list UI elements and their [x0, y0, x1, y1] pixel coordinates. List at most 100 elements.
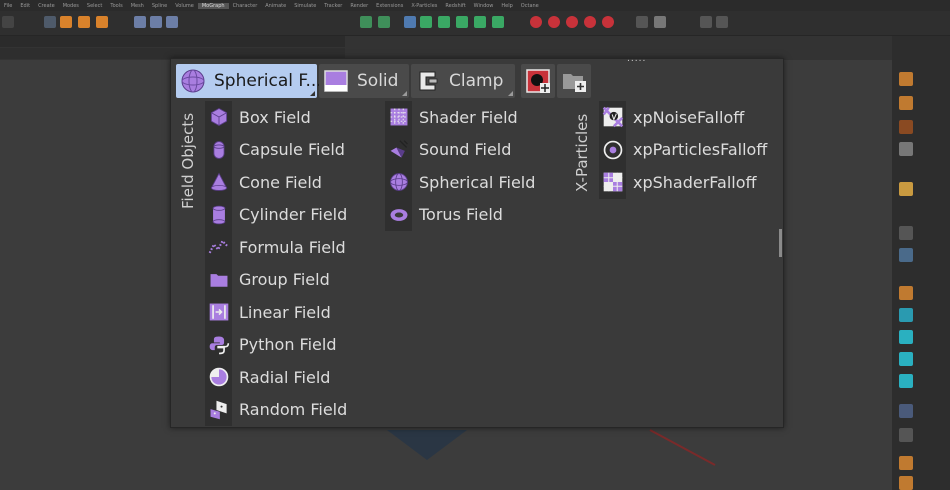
menu-item[interactable]: File — [0, 3, 16, 9]
record-param-icon[interactable] — [602, 16, 614, 28]
render-icon[interactable] — [378, 16, 390, 28]
tag-icon[interactable] — [899, 120, 913, 134]
menu-item[interactable]: MoGraph — [197, 2, 229, 9]
menu-item[interactable]: Octane — [517, 3, 543, 9]
field-item-formula-field[interactable]: Formula Field — [205, 231, 347, 264]
menu-item[interactable]: Simulate — [290, 3, 320, 9]
xp-system-icon[interactable] — [438, 16, 450, 28]
menu-item[interactable]: Mesh — [127, 3, 148, 9]
menu-item[interactable]: Spline — [148, 3, 171, 9]
object-icon[interactable] — [899, 72, 913, 86]
field-item-torus-field[interactable]: Torus Field — [385, 198, 535, 231]
axis-y-icon[interactable] — [150, 16, 162, 28]
spherical-field-button[interactable]: Spherical F... — [176, 64, 322, 98]
cube-icon[interactable] — [899, 352, 913, 366]
menu-item[interactable]: Window — [470, 3, 498, 9]
field-item-label: Cone Field — [239, 172, 322, 192]
shader-falloff-icon — [599, 168, 626, 196]
field-item-sound-field[interactable]: Sound Field — [385, 133, 535, 166]
field-item-xpparticlesfalloff[interactable]: xpParticlesFalloff — [599, 133, 767, 166]
axis-z-icon[interactable] — [166, 16, 178, 28]
field-item-box-field[interactable]: Box Field — [205, 101, 347, 134]
light-icon[interactable] — [899, 182, 913, 196]
material-icon[interactable] — [899, 96, 913, 110]
undo-icon[interactable] — [2, 16, 14, 28]
field-item-cone-field[interactable]: Cone Field — [205, 166, 347, 199]
drag-handle[interactable]: ..... — [627, 54, 646, 64]
field-item-cylinder-field[interactable]: Cylinder Field — [205, 198, 347, 231]
scene-icon[interactable] — [700, 16, 712, 28]
field-item-random-field[interactable]: Random Field — [205, 393, 347, 426]
add-folder-button[interactable] — [557, 64, 591, 98]
record-icon[interactable] — [530, 16, 542, 28]
field-item-radial-field[interactable]: Radial Field — [205, 361, 347, 394]
field-item-label: Radial Field — [239, 367, 331, 387]
more-options-corner — [310, 91, 315, 96]
menu-item[interactable]: X-Particles — [407, 3, 441, 9]
edit-render-settings-icon[interactable] — [404, 16, 416, 28]
xp-generator-icon[interactable] — [492, 16, 504, 28]
menu-item[interactable]: Modes — [59, 3, 83, 9]
add-layer-icon — [526, 69, 550, 93]
camera-icon[interactable] — [899, 248, 913, 262]
sphere-icon[interactable] — [899, 330, 913, 344]
record-pos-icon[interactable] — [548, 16, 560, 28]
effector-icon[interactable] — [899, 476, 913, 490]
menu-item[interactable]: Select — [83, 3, 106, 9]
record-rot-icon[interactable] — [566, 16, 578, 28]
field-item-capsule-field[interactable]: Capsule Field — [205, 133, 347, 166]
torus-icon — [385, 201, 412, 229]
xp-modifier-icon[interactable] — [474, 16, 486, 28]
move-tool-icon[interactable] — [44, 16, 56, 28]
field-item-label: Linear Field — [239, 302, 331, 322]
menu-item[interactable]: Animate — [261, 3, 290, 9]
render-view-icon[interactable] — [360, 16, 372, 28]
landscape-icon[interactable] — [899, 374, 913, 388]
menu-item[interactable]: Character — [229, 3, 262, 9]
sky-icon[interactable] — [899, 404, 913, 418]
record-scale-icon[interactable] — [584, 16, 596, 28]
add-object-icon[interactable] — [420, 16, 432, 28]
field-item-spherical-field[interactable]: Spherical Field — [385, 166, 535, 199]
menu-item[interactable]: Tools — [106, 3, 126, 9]
select-tool-icon[interactable] — [96, 16, 108, 28]
rotate-tool-icon[interactable] — [78, 16, 90, 28]
axis-x-icon[interactable] — [134, 16, 146, 28]
field-item-python-field[interactable]: Python Field — [205, 328, 347, 361]
clamp-layer-button[interactable]: Clamp — [411, 64, 515, 98]
xp-emitter-icon[interactable] — [456, 16, 468, 28]
scale-tool-icon[interactable] — [60, 16, 72, 28]
menu-item[interactable]: Extensions — [372, 3, 407, 9]
add-layer-button[interactable] — [521, 64, 555, 98]
menu-item[interactable]: Tracker — [320, 3, 346, 9]
field-item-linear-field[interactable]: Linear Field — [205, 296, 347, 329]
menu-item[interactable]: Help — [497, 3, 516, 9]
field-item-group-field[interactable]: Group Field — [205, 263, 347, 296]
field-item-xpnoisefalloff[interactable]: xpNoiseFalloff — [599, 101, 767, 134]
layout-icon[interactable] — [716, 16, 728, 28]
light-icon[interactable] — [654, 16, 666, 28]
object-handle-shape — [387, 430, 467, 460]
sphere-icon — [181, 69, 205, 93]
menu-item[interactable]: Create — [34, 3, 59, 9]
texture-icon[interactable] — [899, 226, 913, 240]
formula-icon — [205, 233, 232, 261]
viewport-tabs — [0, 36, 345, 47]
field-item-shader-field[interactable]: Shader Field — [385, 101, 535, 134]
shader-icon — [385, 103, 412, 131]
menu-item[interactable]: Volume — [171, 3, 198, 9]
field-item-label: Torus Field — [419, 205, 503, 225]
field-item-xpshaderfalloff[interactable]: xpShaderFalloff — [599, 166, 767, 199]
menu-item[interactable]: Edit — [16, 3, 34, 9]
symmetry-icon[interactable] — [899, 456, 913, 470]
deformer-icon[interactable] — [899, 142, 913, 156]
camera-icon[interactable] — [636, 16, 648, 28]
primitive-icon[interactable] — [899, 308, 913, 322]
menu-item[interactable]: Render — [346, 3, 372, 9]
environment-icon[interactable] — [899, 428, 913, 442]
floor-icon[interactable] — [899, 286, 913, 300]
menu-item[interactable]: Redshift — [441, 3, 469, 9]
scrollbar-thumb[interactable] — [779, 229, 782, 257]
solid-layer-button[interactable]: Solid — [319, 64, 409, 98]
folder-icon — [205, 266, 232, 294]
